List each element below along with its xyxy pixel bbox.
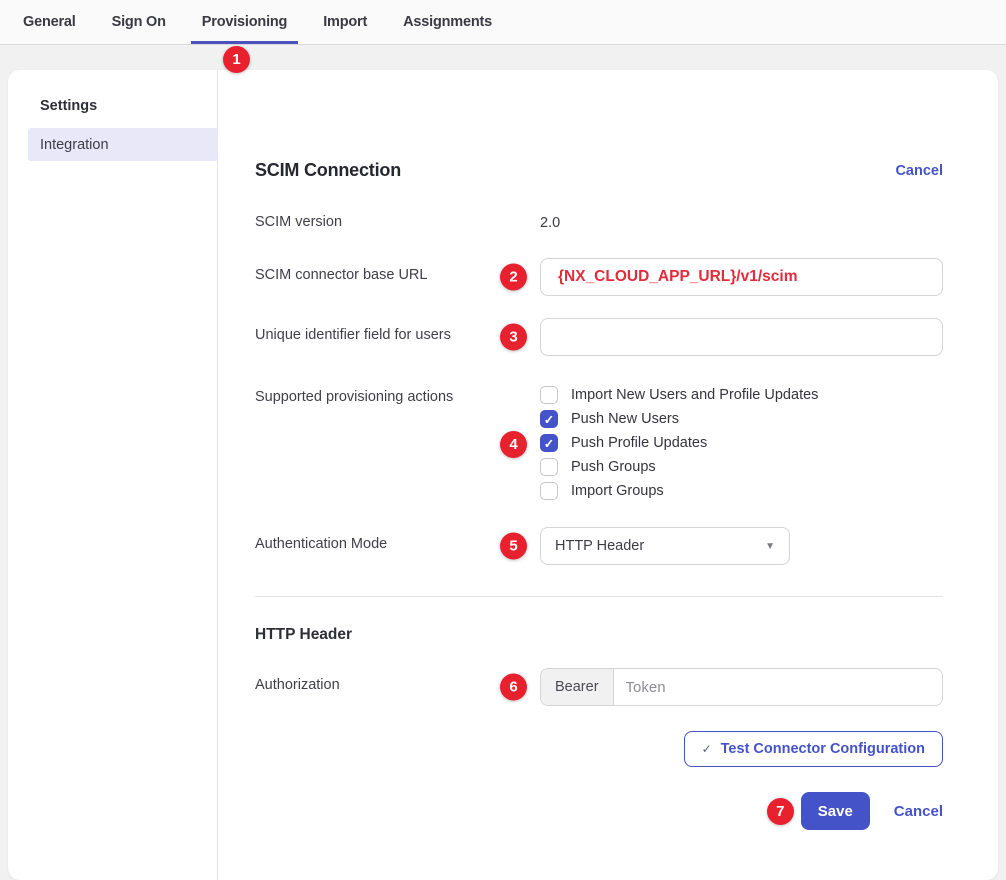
page-title: SCIM Connection xyxy=(255,160,401,181)
authentication-mode-select[interactable]: HTTP Header ▼ xyxy=(540,527,790,565)
base-url-label: SCIM connector base URL xyxy=(255,258,540,283)
cancel-link-bottom[interactable]: Cancel xyxy=(894,803,943,820)
checkbox-import-new-users[interactable] xyxy=(540,386,558,404)
authorization-label: Authorization xyxy=(255,668,540,693)
checkbox-push-groups[interactable] xyxy=(540,458,558,476)
test-connector-configuration-button[interactable]: ✓ Test Connector Configuration xyxy=(684,731,943,767)
scim-connection-form: SCIM Connection Cancel SCIM version 2.0 … xyxy=(218,70,998,880)
settings-sidebar: Settings Integration xyxy=(8,70,218,880)
checkbox-row-push-new-users[interactable]: Push New Users xyxy=(540,407,943,431)
annotation-badge-7: 7 xyxy=(767,798,794,825)
annotation-badge-5: 5 xyxy=(500,533,527,560)
tab-sign-on[interactable]: Sign On xyxy=(101,0,177,44)
check-icon: ✓ xyxy=(702,742,712,756)
checkbox-row-push-groups[interactable]: Push Groups xyxy=(540,455,943,479)
checkbox-import-groups[interactable] xyxy=(540,482,558,500)
chevron-down-icon: ▼ xyxy=(765,541,775,552)
tab-general[interactable]: General xyxy=(12,0,87,44)
app-tabbar: General Sign On Provisioning Import Assi… xyxy=(0,0,1006,45)
checkbox-push-new-users[interactable] xyxy=(540,410,558,428)
base-url-input[interactable] xyxy=(540,258,943,296)
authentication-mode-label: Authentication Mode xyxy=(255,527,540,552)
annotation-badge-3: 3 xyxy=(500,324,527,351)
tab-provisioning[interactable]: Provisioning xyxy=(191,0,298,44)
annotation-badge-2: 2 xyxy=(500,264,527,291)
settings-card: Settings Integration SCIM Connection Can… xyxy=(8,70,998,880)
section-divider xyxy=(255,596,943,597)
checkbox-label: Push Profile Updates xyxy=(571,435,707,451)
scim-version-value: 2.0 xyxy=(540,215,560,231)
bearer-prefix: Bearer xyxy=(541,669,614,705)
checkbox-row-import-new-users[interactable]: Import New Users and Profile Updates xyxy=(540,383,943,407)
checkbox-label: Import Groups xyxy=(571,483,664,499)
unique-identifier-input[interactable] xyxy=(540,318,943,356)
provisioning-actions-label: Supported provisioning actions xyxy=(255,380,540,405)
save-button[interactable]: Save xyxy=(801,792,870,830)
token-input[interactable] xyxy=(614,669,942,705)
checkbox-row-push-profile-updates[interactable]: Push Profile Updates xyxy=(540,431,943,455)
unique-identifier-label: Unique identifier field for users xyxy=(255,318,540,343)
sidebar-item-label: Integration xyxy=(40,137,109,153)
annotation-badge-4: 4 xyxy=(500,431,527,458)
tab-import[interactable]: Import xyxy=(312,0,378,44)
sidebar-heading-settings: Settings xyxy=(40,98,217,114)
annotation-badge-6: 6 xyxy=(500,674,527,701)
sidebar-item-integration[interactable]: Integration xyxy=(28,128,218,161)
authorization-input-group: Bearer xyxy=(540,668,943,706)
cancel-link-top[interactable]: Cancel xyxy=(895,163,943,179)
scim-version-label: SCIM version xyxy=(255,214,540,230)
checkbox-label: Import New Users and Profile Updates xyxy=(571,387,818,403)
checkbox-label: Push New Users xyxy=(571,411,679,427)
checkbox-push-profile-updates[interactable] xyxy=(540,434,558,452)
checkbox-label: Push Groups xyxy=(571,459,656,475)
authentication-mode-value: HTTP Header xyxy=(555,538,644,554)
checkbox-row-import-groups[interactable]: Import Groups xyxy=(540,479,943,503)
http-header-section-title: HTTP Header xyxy=(255,626,943,644)
annotation-badge-1: 1 xyxy=(223,46,250,73)
test-connector-configuration-label: Test Connector Configuration xyxy=(721,741,925,757)
tab-assignments[interactable]: Assignments xyxy=(392,0,503,44)
